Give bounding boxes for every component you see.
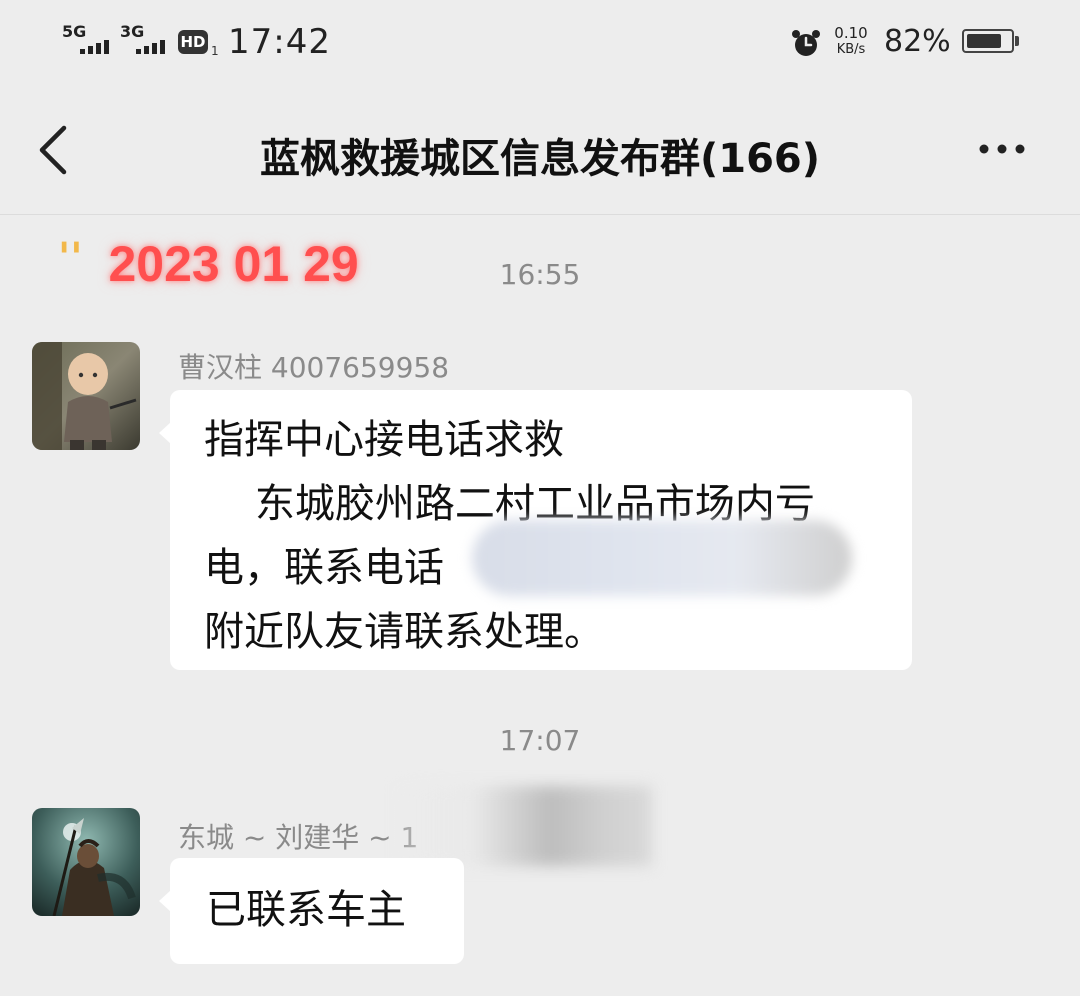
signal-strength-icon-2	[136, 40, 165, 54]
battery-cap	[1015, 36, 1019, 46]
avatar-warrior-image	[32, 808, 140, 916]
status-time: 17:42	[228, 22, 331, 62]
more-dots-icon	[979, 144, 1025, 154]
chat-header: 蓝枫救援城区信息发布群(166)	[0, 86, 1080, 215]
avatar[interactable]	[32, 342, 140, 450]
battery-percent: 82%	[884, 24, 951, 59]
chat-title: 蓝枫救援城区信息发布群(166)	[259, 136, 821, 182]
message-timestamp: 17:07	[499, 724, 581, 757]
message-text: 已联系车主	[206, 887, 406, 933]
network-speed-value: 0.10	[834, 24, 868, 42]
back-button[interactable]	[30, 122, 80, 178]
sender-name: 曹汉柱 4007659958	[178, 351, 450, 384]
hd-sim-index: 1	[211, 44, 219, 58]
message-bubble[interactable]: 已联系车主	[159, 858, 464, 964]
network-3g-label: 3G	[120, 22, 145, 41]
avatar[interactable]	[32, 808, 140, 916]
battery-level-fill	[967, 34, 1001, 48]
message-text: 指挥中心接电话求救 东城胶州路二村工业品市场内亏电，联系电话 附近队友请联系处理…	[204, 417, 815, 655]
signal-strength-icon	[80, 40, 109, 54]
status-bar: 5G 3G HD 1 17:42 0.10 KB/s 82%	[0, 0, 1080, 86]
hd-voice-icon: HD	[178, 30, 208, 54]
redacted-phone-overlay	[396, 786, 652, 866]
chevron-left-icon	[39, 125, 67, 175]
alarm-clock-icon	[790, 28, 822, 64]
message-bubble[interactable]: 指挥中心接电话求救 东城胶州路二村工业品市场内亏电，联系电话 附近队友请联系处理…	[159, 390, 912, 670]
avatar-child-monk-image	[32, 342, 140, 450]
battery-icon	[962, 29, 1014, 53]
network-speed: 0.10 KB/s	[828, 24, 874, 57]
more-options-button[interactable]	[972, 134, 1032, 164]
network-5g-label: 5G	[62, 22, 87, 41]
sender-name: 东城 ~ 刘建华 ~ 1	[178, 821, 419, 854]
network-speed-unit: KB/s	[836, 42, 866, 57]
message-timestamp: 16:55	[499, 258, 581, 291]
